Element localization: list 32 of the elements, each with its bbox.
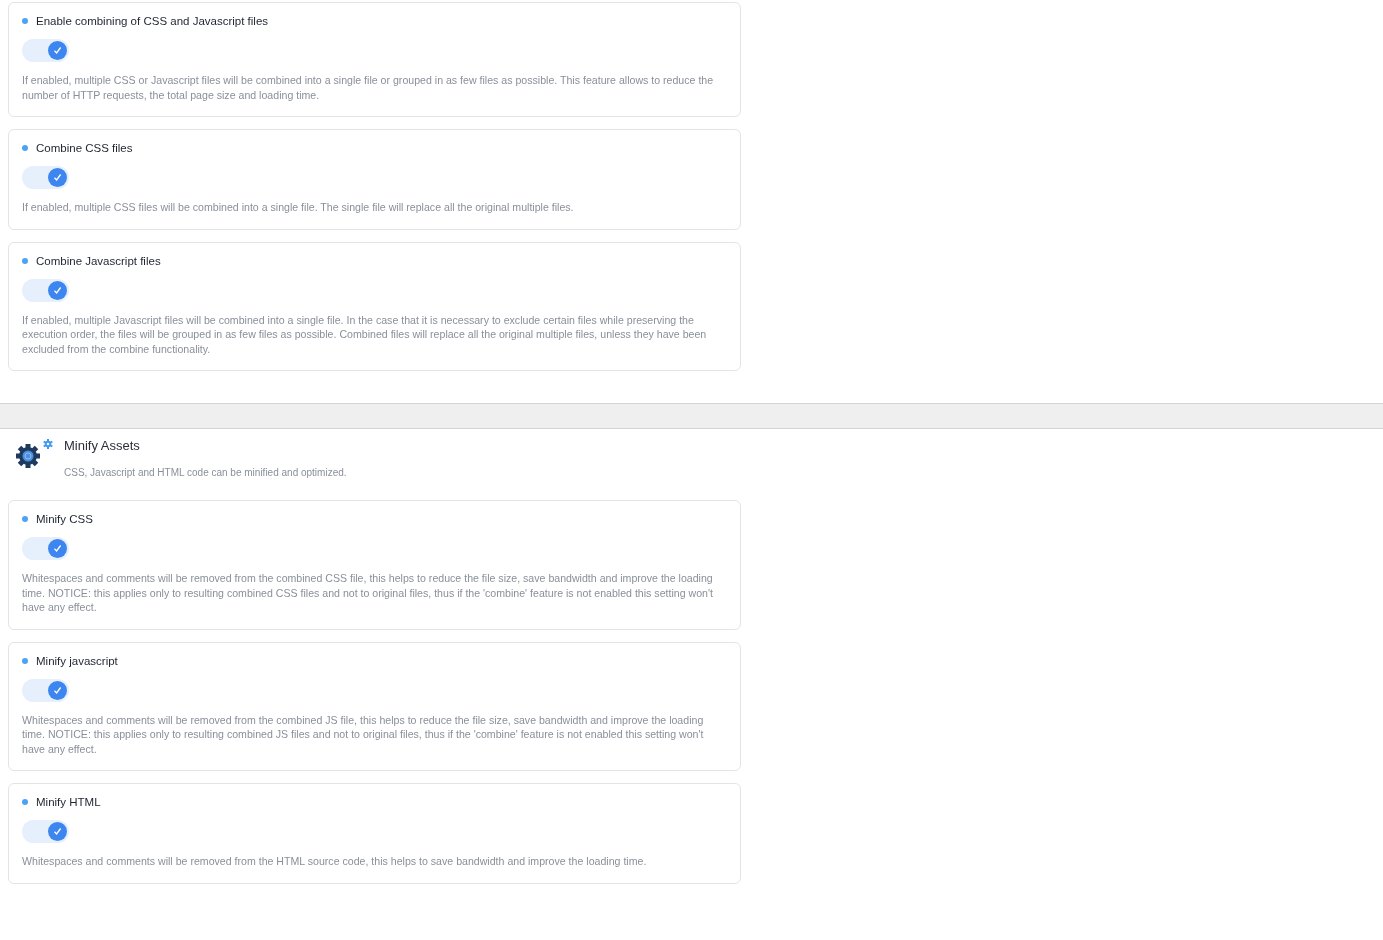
setting-title: Combine CSS files [36,142,133,154]
setting-description: Whitespaces and comments will be removed from the HTML source code, this helps to save bandwidth and improve the loading time. [22,854,648,869]
setting-description: If enabled, multiple Javascript files will be combined into a single file. In the case that it is necessary to exclude certain files while preserving the execution order, the files will be grouped in as few files as possible. Combined files will replace all the original multiple files, unless they have been excluded from the combine functionality. [22,312,708,356]
toggle-switch[interactable] [22,820,69,843]
check-icon [53,285,62,295]
setting-title: Minify javascript [36,654,118,667]
bullet-icon [22,657,28,664]
bullet-icon [22,145,28,151]
toggle-switch[interactable] [22,278,69,302]
bullet-icon [22,799,28,805]
section-title: Minify Assets [64,438,141,453]
check-icon [53,685,62,695]
toggle-switch[interactable] [22,678,69,702]
check-icon [53,46,62,55]
section-subtitle: CSS, Javascript and HTML code can be minified and optimized. [64,467,347,478]
bullet-icon [22,18,28,24]
toggle-switch[interactable] [22,166,69,189]
bullet-icon [22,257,28,264]
setting-title: Minify CSS [36,513,93,525]
setting-title: Minify HTML [36,796,101,808]
toggle-switch[interactable] [22,537,69,560]
toggle-switch[interactable] [22,39,69,62]
check-icon [53,544,62,553]
setting-description: Whitespaces and comments will be removed from the combined CSS file, this helps to reduce the file size, save bandwidth and improve the loading time. NOTICE: this applies only to resulting combined CSS files and not to original files, thus if the 'combine' feature is not enabled this setting won't have any effect. [22,571,714,615]
setting-title: Enable combining of CSS and Javascript files [36,15,269,27]
setting-title: Combine Javascript files [36,254,161,267]
check-icon [53,173,62,182]
setting-description: If enabled, multiple CSS or Javascript files will be combined into a single file or grouped in as few files as possible. This feature allows to reduce the number of HTTP requests, the total page size and loading time. [22,73,715,102]
setting-description: If enabled, multiple CSS files will be combined into a single file. The single file will replace all the original multiple files. [22,200,575,215]
setting-description: Whitespaces and comments will be removed from the combined JS file, this helps to reduce the file size, save bandwidth and improve the loading time. NOTICE: this applies only to resulting combined JS files and not to original files, thus if the 'combine' feature is not enabled this setting won't have any effect. [22,712,705,756]
check-icon [53,827,62,836]
bullet-icon [22,516,28,522]
